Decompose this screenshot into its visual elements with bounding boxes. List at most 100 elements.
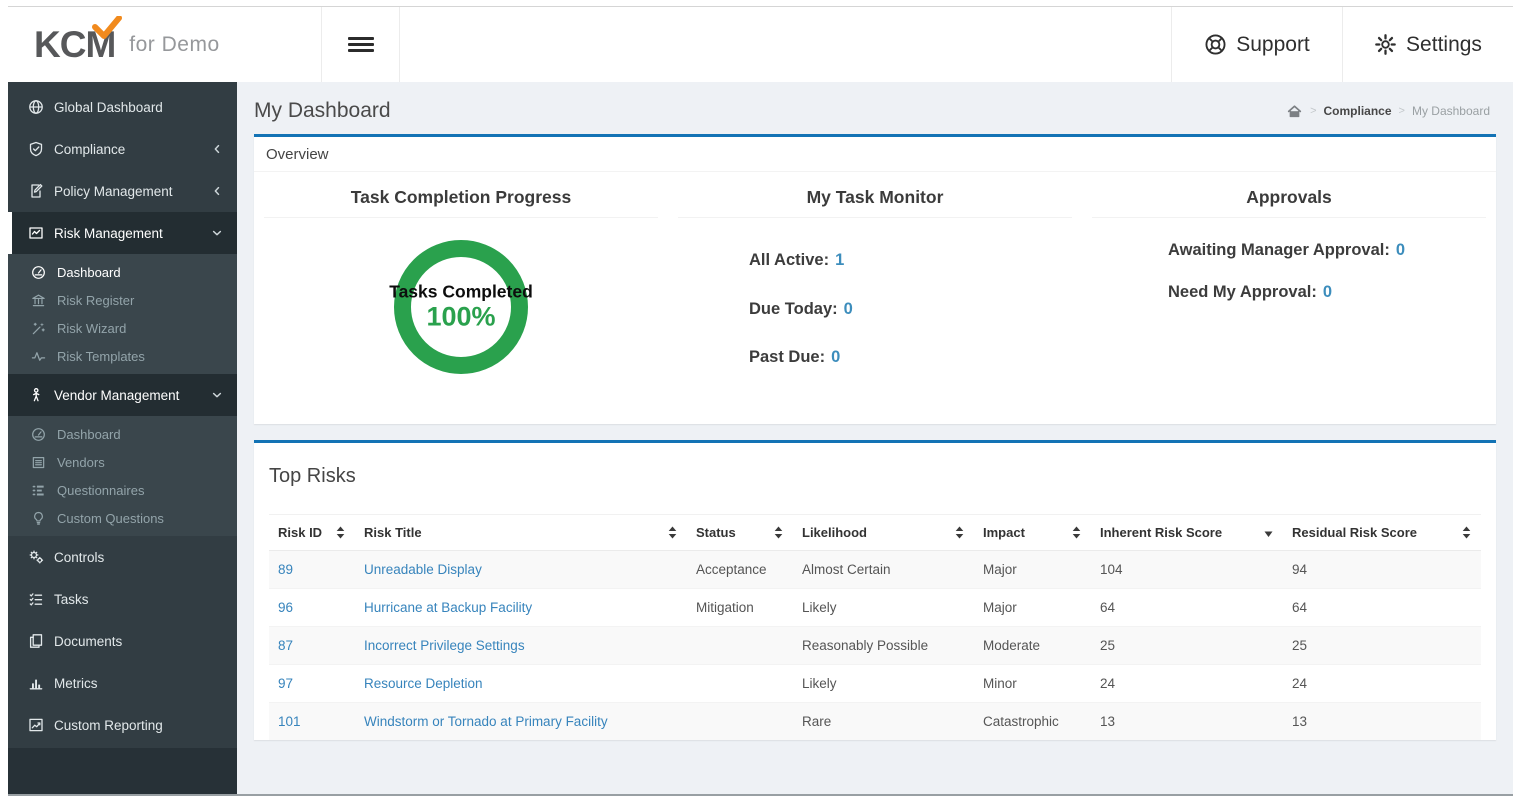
brand-text: KCM	[34, 16, 123, 63]
stat-due-today: Due Today: 0	[749, 297, 1001, 323]
column-header-inherent_score[interactable]: Inherent Risk Score	[1091, 513, 1283, 551]
table-row: 97 Resource Depletion Likely Minor 24 24	[269, 663, 1481, 703]
chevron-down-icon	[211, 389, 223, 401]
cell-likelihood: Likely	[793, 663, 974, 703]
topbar-spacer	[400, 7, 1172, 82]
cell-likelihood: Reasonably Possible	[793, 625, 974, 665]
gauge-icon	[31, 427, 48, 442]
risk-title-link[interactable]: Incorrect Privilege Settings	[364, 638, 525, 653]
list-box-icon	[31, 455, 48, 470]
table-row: 96 Hurricane at Backup Facility Mitigation…	[269, 587, 1481, 627]
sidebar-item-dashboard[interactable]: Dashboard	[8, 258, 237, 286]
top-risks-title: Top Risks	[269, 464, 356, 487]
sidebar-item-vendor-management[interactable]: Vendor Management	[8, 374, 237, 416]
progress-donut-text: Tasks Completed 100%	[351, 282, 571, 333]
task-progress-title: Task Completion Progress	[264, 176, 658, 218]
sidebar-item-risk-templates[interactable]: Risk Templates	[8, 342, 237, 370]
gear-icon	[1374, 33, 1397, 56]
cell-likelihood: Rare	[793, 701, 974, 740]
task-monitor-title: My Task Monitor	[678, 176, 1072, 218]
hamburger-icon	[347, 34, 374, 55]
stat-label: Awaiting Manager Approval:	[1168, 241, 1390, 259]
breadcrumb-current: My Dashboard	[1411, 104, 1490, 118]
cell-residual_score: 13	[1283, 701, 1481, 740]
sidebar-item-controls[interactable]: Controls	[8, 536, 237, 578]
sidebar-item-risk-register[interactable]: Risk Register	[8, 286, 237, 314]
pulse-icon	[31, 349, 48, 364]
stat-value-link[interactable]: 0	[1323, 283, 1332, 301]
sidebar-item-dashboard[interactable]: Dashboard	[8, 420, 237, 448]
cell-status	[687, 701, 793, 740]
stat-label: Need My Approval:	[1168, 282, 1317, 301]
sidebar-item-label: Vendors	[57, 454, 105, 470]
sidebar-item-risk-wizard[interactable]: Risk Wizard	[8, 314, 237, 342]
risk-id-link[interactable]: 87	[278, 638, 293, 653]
approvals-stats: Awaiting Manager Approval: 0 Need My Appro…	[1168, 238, 1410, 305]
cell-impact: Moderate	[974, 625, 1091, 665]
menu-toggle-button[interactable]	[322, 7, 400, 82]
top-risks-table: Risk ID Risk Title Status Likelihood Impact I…	[269, 513, 1481, 740]
brand-suffix: for Demo	[129, 32, 220, 56]
cell-status	[687, 625, 793, 665]
sidebar-item-global-dashboard[interactable]: Global Dashboard	[8, 86, 237, 128]
risk-title-link[interactable]: Resource Depletion	[364, 676, 483, 691]
column-header-status[interactable]: Status	[687, 513, 793, 551]
sidebar-item-policy-management[interactable]: Policy Management	[8, 170, 237, 212]
donut-value: 100%	[426, 301, 496, 332]
sidebar: Global Dashboard Compliance Policy Managem…	[8, 82, 237, 794]
overview-panel: Overview Task Completion Progress Tasks …	[254, 134, 1496, 424]
stat-value-link[interactable]: 0	[831, 348, 840, 366]
stat-value-link[interactable]: 0	[1396, 241, 1405, 259]
cell-likelihood: Almost Certain	[793, 549, 974, 589]
kcm-logo[interactable]: KCM for Demo	[8, 7, 322, 82]
table-row: 89 Unreadable Display Acceptance Almost Cer…	[269, 549, 1481, 589]
risk-title-link[interactable]: Hurricane at Backup Facility	[364, 600, 532, 615]
column-header-residual_score[interactable]: Residual Risk Score	[1283, 513, 1481, 551]
breadcrumb-separator: >	[1310, 105, 1317, 117]
risk-id-link[interactable]: 97	[278, 676, 293, 691]
sidebar-item-custom-questions[interactable]: Custom Questions	[8, 504, 237, 532]
documents-icon	[28, 633, 45, 649]
sidebar-item-risk-management[interactable]: Risk Management	[8, 212, 237, 254]
stat-value-link[interactable]: 0	[844, 300, 853, 318]
stat-label: Past Due:	[749, 348, 826, 367]
column-header-risk_id[interactable]: Risk ID	[269, 513, 355, 551]
column-header-likelihood[interactable]: Likelihood	[793, 513, 974, 551]
sidebar-item-label: Global Dashboard	[54, 99, 163, 115]
risk-id-link[interactable]: 89	[278, 562, 293, 577]
risk-title-link[interactable]: Windstorm or Tornado at Primary Facility	[364, 714, 608, 729]
sidebar-item-vendors[interactable]: Vendors	[8, 448, 237, 476]
column-header-risk_title[interactable]: Risk Title	[355, 513, 687, 551]
sidebar-item-metrics[interactable]: Metrics	[8, 662, 237, 704]
sidebar-item-questionnaires[interactable]: Questionnaires	[8, 476, 237, 504]
bank-icon	[31, 293, 48, 308]
sidebar-item-custom-reporting[interactable]: Custom Reporting	[8, 704, 237, 746]
support-button[interactable]: Support	[1172, 7, 1343, 82]
home-icon[interactable]	[1286, 103, 1303, 119]
sidebar-item-label: Vendor Management	[54, 387, 180, 403]
top-risks-panel: Top Risks Risk ID Risk Title Status Likelih…	[254, 439, 1496, 740]
column-label: Status	[696, 524, 736, 540]
sidebar-item-label: Custom Questions	[57, 510, 164, 526]
column-label: Risk ID	[278, 524, 323, 540]
risk-id-link[interactable]: 101	[278, 714, 301, 729]
breadcrumb-link-compliance[interactable]: Compliance	[1324, 104, 1392, 118]
sidebar-item-label: Documents	[54, 633, 123, 649]
sidebar-item-label: Questionnaires	[57, 482, 145, 498]
sidebar-item-label: Custom Reporting	[54, 717, 163, 733]
stat-value-link[interactable]: 1	[835, 251, 844, 269]
sidebar-item-documents[interactable]: Documents	[8, 620, 237, 662]
risk-id-link[interactable]: 96	[278, 600, 293, 615]
settings-button[interactable]: Settings	[1343, 7, 1513, 82]
table-row: 101 Windstorm or Tornado at Primary Facil…	[269, 701, 1481, 740]
cell-risk_id: 101	[269, 701, 355, 740]
approvals-title: Approvals	[1092, 176, 1486, 218]
sidebar-item-compliance[interactable]: Compliance	[8, 128, 237, 170]
gauge-icon	[31, 265, 48, 280]
submenu-vendor: Dashboard Vendors Questionnaires Custom Que…	[8, 416, 237, 536]
cell-inherent_score: 104	[1091, 549, 1283, 589]
sort-desc-icon	[1263, 526, 1274, 539]
sidebar-item-tasks[interactable]: Tasks	[8, 578, 237, 620]
risk-title-link[interactable]: Unreadable Display	[364, 562, 482, 577]
column-header-impact[interactable]: Impact	[974, 513, 1091, 551]
